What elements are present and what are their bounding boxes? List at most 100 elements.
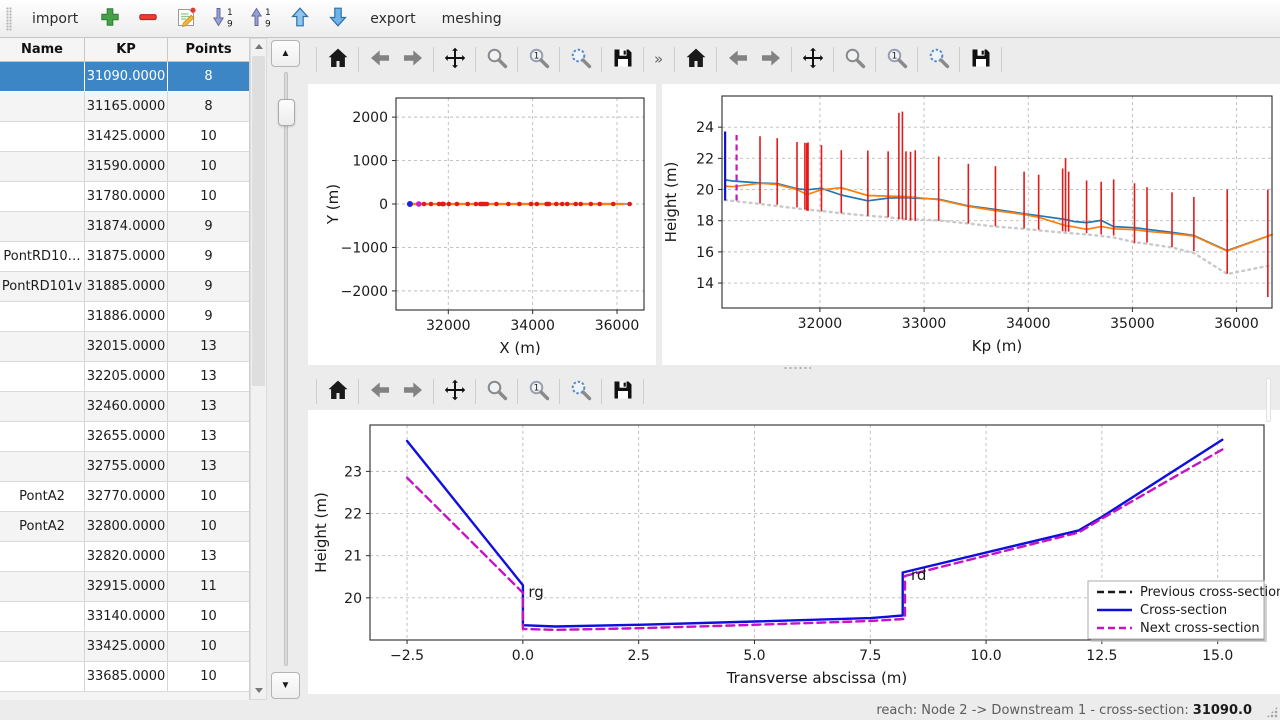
plan-view-canvas[interactable]: 320003400036000−2000−1000010002000X (m)Y… bbox=[308, 84, 656, 365]
table-row[interactable]: 31780.000010 bbox=[0, 182, 249, 212]
import-button[interactable]: import bbox=[22, 6, 88, 32]
longitudinal-view-canvas[interactable]: 3200033000340003500036000141618202224Kp … bbox=[662, 84, 1280, 365]
move-down-button[interactable] bbox=[322, 4, 354, 34]
nav-zoom-in-button[interactable]: 1 bbox=[522, 376, 555, 406]
nav-back-button[interactable] bbox=[721, 44, 754, 74]
table-cell bbox=[0, 302, 85, 331]
table-cell bbox=[0, 182, 85, 211]
nav-pan-button[interactable] bbox=[438, 376, 471, 406]
column-header-kp[interactable]: KP bbox=[85, 38, 168, 61]
nav-save-button[interactable] bbox=[606, 376, 639, 406]
sort-ascending-button[interactable]: 19 bbox=[246, 4, 278, 34]
nav-home-button[interactable] bbox=[321, 44, 354, 74]
column-header-name[interactable]: Name bbox=[0, 38, 85, 61]
table-cell: 13 bbox=[168, 362, 250, 391]
section-down-button[interactable]: ▼ bbox=[271, 672, 300, 699]
nav-zoom-button[interactable] bbox=[480, 44, 513, 74]
table-cell: 31886.0000 bbox=[85, 302, 168, 331]
table-cell: 31885.0000 bbox=[85, 272, 168, 301]
svg-text:Cross-section: Cross-section bbox=[1140, 603, 1227, 618]
column-header-points[interactable]: Points bbox=[168, 38, 250, 61]
table-scroll-up-icon[interactable] bbox=[255, 44, 263, 49]
add-cross-section-button[interactable] bbox=[94, 4, 126, 34]
table-row-partial[interactable] bbox=[0, 692, 249, 700]
save-icon bbox=[611, 46, 635, 73]
zoom-rect-icon bbox=[569, 378, 593, 405]
svg-text:21: 21 bbox=[344, 549, 362, 565]
nav-save-button[interactable] bbox=[606, 44, 639, 74]
table-cell: 13 bbox=[168, 422, 250, 451]
table-row[interactable]: 33140.000010 bbox=[0, 602, 249, 632]
plus-icon bbox=[98, 5, 122, 32]
nav-back-button[interactable] bbox=[363, 376, 396, 406]
table-cell bbox=[0, 62, 85, 91]
svg-text:35000: 35000 bbox=[1110, 316, 1155, 332]
table-row[interactable]: 32655.000013 bbox=[0, 422, 249, 452]
zoom-rect-icon bbox=[569, 46, 593, 73]
edit-cross-section-button[interactable] bbox=[170, 4, 202, 34]
table-cell: 9 bbox=[168, 272, 250, 301]
table-cell: 33685.0000 bbox=[85, 662, 168, 691]
table-row[interactable]: PontRD10…31875.00009 bbox=[0, 242, 249, 272]
svg-text:−2000: −2000 bbox=[341, 284, 388, 300]
table-row[interactable]: 31590.000010 bbox=[0, 152, 249, 182]
export-button[interactable]: export bbox=[360, 6, 425, 32]
splitter-handle[interactable] bbox=[783, 366, 811, 370]
table-row[interactable]: 32915.000011 bbox=[0, 572, 249, 602]
nav-zoom-rect-button[interactable] bbox=[922, 44, 955, 74]
table-cell bbox=[0, 572, 85, 601]
cross-section-canvas[interactable]: rgrd−2.50.02.55.07.510.012.515.020212223… bbox=[308, 410, 1280, 694]
table-row[interactable]: 31886.00009 bbox=[0, 302, 249, 332]
section-slider-track[interactable] bbox=[284, 72, 288, 666]
side-scrollbar-thumb[interactable] bbox=[1266, 378, 1271, 422]
plan-view-figure: 320003400036000−2000−1000010002000X (m)Y… bbox=[308, 84, 656, 365]
toolbar-overflow-chevron[interactable]: » bbox=[654, 50, 663, 68]
table-row[interactable]: PontRD101v31885.00009 bbox=[0, 272, 249, 302]
nav-save-button[interactable] bbox=[964, 44, 997, 74]
table-row[interactable]: 31165.00008 bbox=[0, 92, 249, 122]
table-cell bbox=[0, 452, 85, 481]
table-scrollbar-thumb[interactable] bbox=[252, 56, 265, 386]
sort-up-1-9-icon: 19 bbox=[250, 5, 274, 32]
nav-zoom-rect-button[interactable] bbox=[564, 376, 597, 406]
section-up-button[interactable]: ▲ bbox=[271, 40, 300, 67]
table-header: Name KP Points bbox=[0, 38, 249, 62]
table-row[interactable]: 32755.000013 bbox=[0, 452, 249, 482]
nav-forward-button[interactable] bbox=[396, 376, 429, 406]
nav-home-button[interactable] bbox=[321, 376, 354, 406]
section-slider-thumb[interactable] bbox=[278, 99, 295, 126]
move-up-button[interactable] bbox=[284, 4, 316, 34]
table-row[interactable]: 31874.00009 bbox=[0, 212, 249, 242]
nav-forward-button[interactable] bbox=[754, 44, 787, 74]
nav-pan-button[interactable] bbox=[438, 44, 471, 74]
nav-zoom-in-button[interactable]: 1 bbox=[880, 44, 913, 74]
table-row[interactable]: 32015.000013 bbox=[0, 332, 249, 362]
table-row[interactable]: 32820.000013 bbox=[0, 542, 249, 572]
nav-zoom-rect-button[interactable] bbox=[564, 44, 597, 74]
nav-zoom-button[interactable] bbox=[838, 44, 871, 74]
remove-cross-section-button[interactable] bbox=[132, 4, 164, 34]
toolbar-drag-handle[interactable] bbox=[6, 7, 12, 31]
table-row[interactable]: 32205.000013 bbox=[0, 362, 249, 392]
table-row[interactable]: 32460.000013 bbox=[0, 392, 249, 422]
nav-zoom-button[interactable] bbox=[480, 376, 513, 406]
table-row[interactable]: 33685.000010 bbox=[0, 662, 249, 692]
table-scroll-down-icon[interactable] bbox=[255, 688, 263, 693]
cross-section-table: Name KP Points 31090.0000831165.00008314… bbox=[0, 38, 250, 700]
nav-zoom-in-button[interactable]: 1 bbox=[522, 44, 555, 74]
table-cell: 10 bbox=[168, 122, 250, 151]
nav-back-button[interactable] bbox=[363, 44, 396, 74]
nav-forward-button[interactable] bbox=[396, 44, 429, 74]
table-row[interactable]: 33425.000010 bbox=[0, 632, 249, 662]
table-row[interactable]: PontA232800.000010 bbox=[0, 512, 249, 542]
meshing-button[interactable]: meshing bbox=[432, 6, 512, 32]
nav-home-button[interactable] bbox=[679, 44, 712, 74]
table-row[interactable]: PontA232770.000010 bbox=[0, 482, 249, 512]
table-row[interactable]: 31425.000010 bbox=[0, 122, 249, 152]
table-cell: 8 bbox=[168, 62, 250, 91]
table-row[interactable]: 31090.00008 bbox=[0, 62, 249, 92]
nav-pan-button[interactable] bbox=[796, 44, 829, 74]
sort-descending-button[interactable]: 19 bbox=[208, 4, 240, 34]
zoom-icon bbox=[485, 46, 509, 73]
forward-icon bbox=[401, 46, 425, 73]
